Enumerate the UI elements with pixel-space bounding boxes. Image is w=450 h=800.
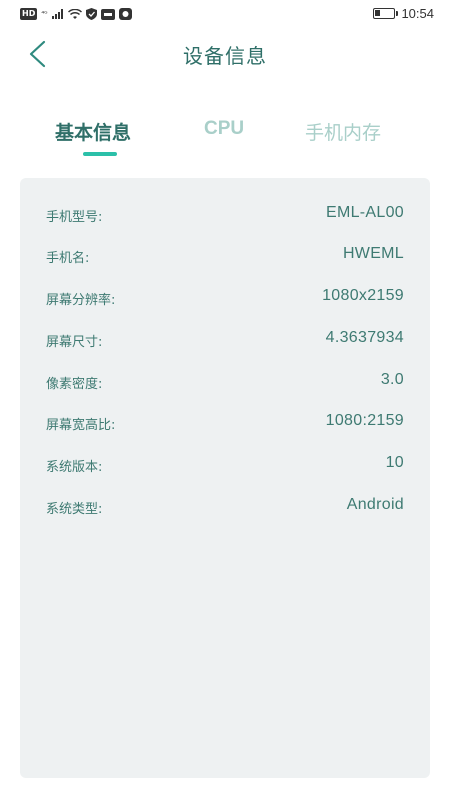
info-value: HWEML (342, 245, 404, 262)
info-value: 3.0 (380, 371, 404, 388)
info-card: 手机型号: EML-AL00 手机名: HWEML 屏幕分辨率: 1080x21… (20, 178, 430, 778)
info-value: 1080:2159 (325, 412, 404, 429)
hd-icon: HD (20, 8, 38, 20)
page-title: 设备信息 (183, 44, 267, 68)
info-value: 10 (385, 454, 404, 471)
status-icons-left: HD ⁴ᴳ (20, 8, 132, 20)
info-value: Android (346, 496, 404, 513)
info-row-density: 像素密度: 3.0 (20, 367, 430, 397)
tab-phone-memory[interactable]: 手机内存 (305, 118, 381, 145)
app-icon (100, 8, 115, 20)
info-label: 屏幕尺寸: (46, 335, 103, 350)
info-value: 1080x2159 (322, 287, 404, 304)
network-type-label: ⁴ᴳ (41, 10, 48, 18)
app-icon-2 (118, 8, 132, 20)
info-label: 手机型号: (46, 210, 103, 225)
info-row-model: 手机型号: EML-AL00 (20, 200, 430, 230)
info-row-name: 手机名: HWEML (20, 241, 430, 271)
wifi-icon (67, 8, 82, 19)
info-label: 屏幕分辨率: (46, 293, 116, 308)
info-label: 像素密度: (46, 377, 103, 392)
active-tab-indicator (83, 152, 117, 156)
status-time: 10:54 (401, 6, 434, 21)
info-value: EML-AL00 (326, 204, 404, 221)
status-bar: HD ⁴ᴳ 10:54 (0, 0, 450, 30)
info-label: 系统版本: (46, 460, 103, 475)
info-label: 手机名: (46, 251, 90, 266)
info-row-os-version: 系统版本: 10 (20, 450, 430, 480)
battery-icon (373, 8, 399, 19)
info-label: 屏幕宽高比: (46, 418, 116, 433)
signal-icon (51, 9, 63, 19)
info-label: 系统类型: (46, 502, 103, 517)
info-value: 4.3637934 (325, 329, 404, 346)
info-row-resolution: 屏幕分辨率: 1080x2159 (20, 283, 430, 313)
tab-bar: 基本信息 CPU 手机内存 (0, 118, 450, 162)
info-row-os-type: 系统类型: Android (20, 492, 430, 522)
tab-basic-info[interactable]: 基本信息 (55, 118, 131, 145)
info-row-screen-size: 屏幕尺寸: 4.3637934 (20, 325, 430, 355)
shield-icon (85, 8, 97, 20)
status-icons-right: 10:54 (373, 6, 434, 21)
tab-cpu[interactable]: CPU (204, 118, 244, 140)
info-row-aspect-ratio: 屏幕宽高比: 1080:2159 (20, 408, 430, 438)
